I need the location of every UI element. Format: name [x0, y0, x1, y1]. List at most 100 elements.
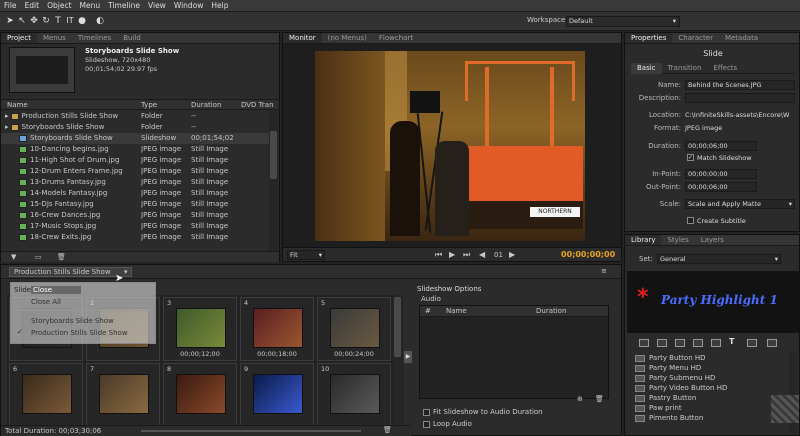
project-row[interactable]: 15-DJs Fantasy.jpg JPEG image Still Image: [1, 199, 269, 210]
disclosure-arrow-icon[interactable]: ▸: [5, 112, 9, 120]
tab-no-menus[interactable]: (no Menus): [322, 33, 373, 43]
button-preset-icon[interactable]: [657, 339, 667, 347]
rotate-icon[interactable]: ↻: [40, 14, 52, 28]
slide-grid-scrollbar[interactable]: [393, 295, 402, 427]
skip-forward-icon[interactable]: ⏭: [463, 250, 470, 260]
slide-cell[interactable]: 9: [240, 363, 314, 427]
slide-cell[interactable]: 5 00;00;24;00: [317, 297, 391, 361]
slide-cell[interactable]: 3 00;00;12;00: [163, 297, 237, 361]
place-icon[interactable]: [767, 339, 777, 347]
skip-back-icon[interactable]: ⏮: [435, 250, 442, 260]
grid-preset-icon[interactable]: [693, 339, 703, 347]
zoom-fit-dropdown[interactable]: Fit ▾: [287, 250, 325, 260]
library-item[interactable]: Paw print: [627, 403, 787, 413]
menu-window[interactable]: Window: [170, 0, 208, 12]
tab-library[interactable]: Library: [625, 235, 662, 245]
tab-layers[interactable]: Layers: [695, 235, 730, 245]
workspace-dropdown[interactable]: Default ▾: [566, 16, 680, 27]
slide-cell[interactable]: 10: [317, 363, 391, 427]
create-subtitle-checkbox[interactable]: [687, 217, 694, 224]
image-preset-icon[interactable]: [675, 339, 685, 347]
subtab-transition[interactable]: Transition: [662, 63, 708, 74]
replace-icon[interactable]: [747, 339, 757, 347]
inpoint-field[interactable]: 00;00;00;00: [685, 169, 757, 179]
chevron-down-icon[interactable]: ▾: [124, 268, 128, 277]
slide-cell[interactable]: 6: [9, 363, 83, 427]
menu-view[interactable]: View: [144, 0, 170, 12]
tab-properties[interactable]: Properties: [625, 33, 673, 43]
outpoint-field[interactable]: 00;00;06;00: [685, 182, 757, 192]
tab-flowchart[interactable]: Flowchart: [373, 33, 419, 43]
menu-preset-icon[interactable]: [639, 339, 649, 347]
monitor-timecode[interactable]: 00;00;00;00: [561, 250, 615, 259]
zoom-slider[interactable]: [141, 430, 361, 432]
tab-character[interactable]: Character: [672, 33, 719, 43]
project-row[interactable]: 10-Dancing begins.jpg JPEG image Still Ima…: [1, 144, 269, 155]
direct-select-icon[interactable]: ↖: [16, 14, 28, 28]
duration-field[interactable]: 00;00;06;00: [685, 141, 757, 151]
menu-object[interactable]: Object: [43, 0, 75, 12]
project-row[interactable]: 16-Crew Dances.jpg JPEG image Still Image: [1, 210, 269, 221]
delete-slide-icon[interactable]: 🗑: [383, 426, 392, 434]
context-menu-close[interactable]: Close: [31, 286, 81, 294]
expand-options-icon[interactable]: ▶: [404, 351, 412, 363]
tab-styles[interactable]: Styles: [661, 235, 694, 245]
slide-cell[interactable]: 4 00;00;18;00: [240, 297, 314, 361]
vertical-text-icon[interactable]: IT: [64, 14, 76, 28]
slideshow-tab[interactable]: Production Stills Slide Show ▾: [9, 267, 132, 277]
text-icon[interactable]: T: [52, 14, 64, 28]
project-row[interactable]: ▸ Production Stills Slide Show Folder --: [1, 111, 269, 122]
column-header-duration[interactable]: Duration: [191, 100, 241, 109]
new-item-icon[interactable]: ▭: [35, 253, 42, 261]
menu-help[interactable]: Help: [207, 0, 232, 12]
loop-audio-checkbox[interactable]: [423, 421, 430, 428]
play-icon[interactable]: ▶: [449, 250, 455, 259]
menu-file[interactable]: File: [0, 0, 21, 12]
slide-cell[interactable]: 8: [163, 363, 237, 427]
subtab-basic[interactable]: Basic: [631, 63, 662, 74]
add-audio-icon[interactable]: ⊕: [577, 395, 583, 403]
disclosure-arrow-icon[interactable]: ▸: [5, 123, 9, 131]
set-dropdown[interactable]: General ▾: [657, 254, 781, 264]
shape-preset-icon[interactable]: [711, 339, 721, 347]
name-field[interactable]: Behind the Scenes.JPG: [685, 80, 795, 90]
project-row[interactable]: 13-Drums Fantasy.jpg JPEG image Still Imag…: [1, 177, 269, 188]
marker-icon[interactable]: ●: [76, 14, 88, 28]
menu-edit[interactable]: Edit: [21, 0, 44, 12]
select-icon[interactable]: ➤: [4, 14, 16, 28]
project-row[interactable]: ▸ Storyboards Slide Show Folder --: [1, 122, 269, 133]
library-item[interactable]: Party Video Button HD: [627, 383, 787, 393]
audio-header-name[interactable]: Name: [446, 306, 536, 316]
menu-timeline[interactable]: Timeline: [104, 0, 144, 12]
trash-icon[interactable]: 🗑: [57, 253, 66, 261]
fit-audio-checkbox[interactable]: [423, 409, 430, 416]
slide-cell[interactable]: 7: [86, 363, 160, 427]
column-header-dvd-transition[interactable]: DVD Tran: [241, 100, 277, 109]
tab-menus[interactable]: Menus: [37, 33, 72, 43]
match-slideshow-checkbox[interactable]: ✓: [687, 154, 694, 161]
tab-project[interactable]: Project: [1, 33, 37, 43]
scale-dropdown[interactable]: Scale and Apply Matte ▾: [685, 199, 795, 209]
move-icon[interactable]: ✥: [28, 14, 40, 28]
project-row[interactable]: Storyboards Slide Show Slideshow 00;01;54;…: [1, 133, 269, 144]
context-menu-close-all[interactable]: Close All: [31, 298, 61, 306]
column-header-name[interactable]: Name: [1, 100, 141, 109]
project-row[interactable]: 18-Crew Exits.jpg JPEG image Still Image: [1, 232, 269, 243]
library-item[interactable]: Party Menu HD: [627, 363, 787, 373]
library-item[interactable]: Party Submenu HD: [627, 373, 787, 383]
project-scrollbar[interactable]: [269, 111, 278, 251]
audio-header-duration[interactable]: Duration: [536, 306, 596, 316]
project-row[interactable]: 14-Models Fantasy.jpg JPEG image Still Ima…: [1, 188, 269, 199]
panel-menu-icon[interactable]: ≡: [601, 267, 607, 275]
description-field[interactable]: [685, 93, 795, 103]
library-item[interactable]: Party Button HD: [627, 353, 787, 363]
project-row[interactable]: 17-Music Stops.jpg JPEG image Still Image: [1, 221, 269, 232]
audio-header-number[interactable]: #: [420, 306, 446, 316]
tab-timelines[interactable]: Timelines: [72, 33, 117, 43]
library-item[interactable]: Pastry Button: [627, 393, 787, 403]
context-menu-slideshow-production[interactable]: Production Stills Slide Show: [31, 329, 128, 337]
previous-frame-icon[interactable]: ◀: [479, 250, 485, 259]
project-row[interactable]: 12-Drum Enters Frame.jpg JPEG image Still …: [1, 166, 269, 177]
tab-monitor[interactable]: Monitor: [283, 33, 322, 43]
filter-icon[interactable]: ▼: [11, 253, 16, 261]
